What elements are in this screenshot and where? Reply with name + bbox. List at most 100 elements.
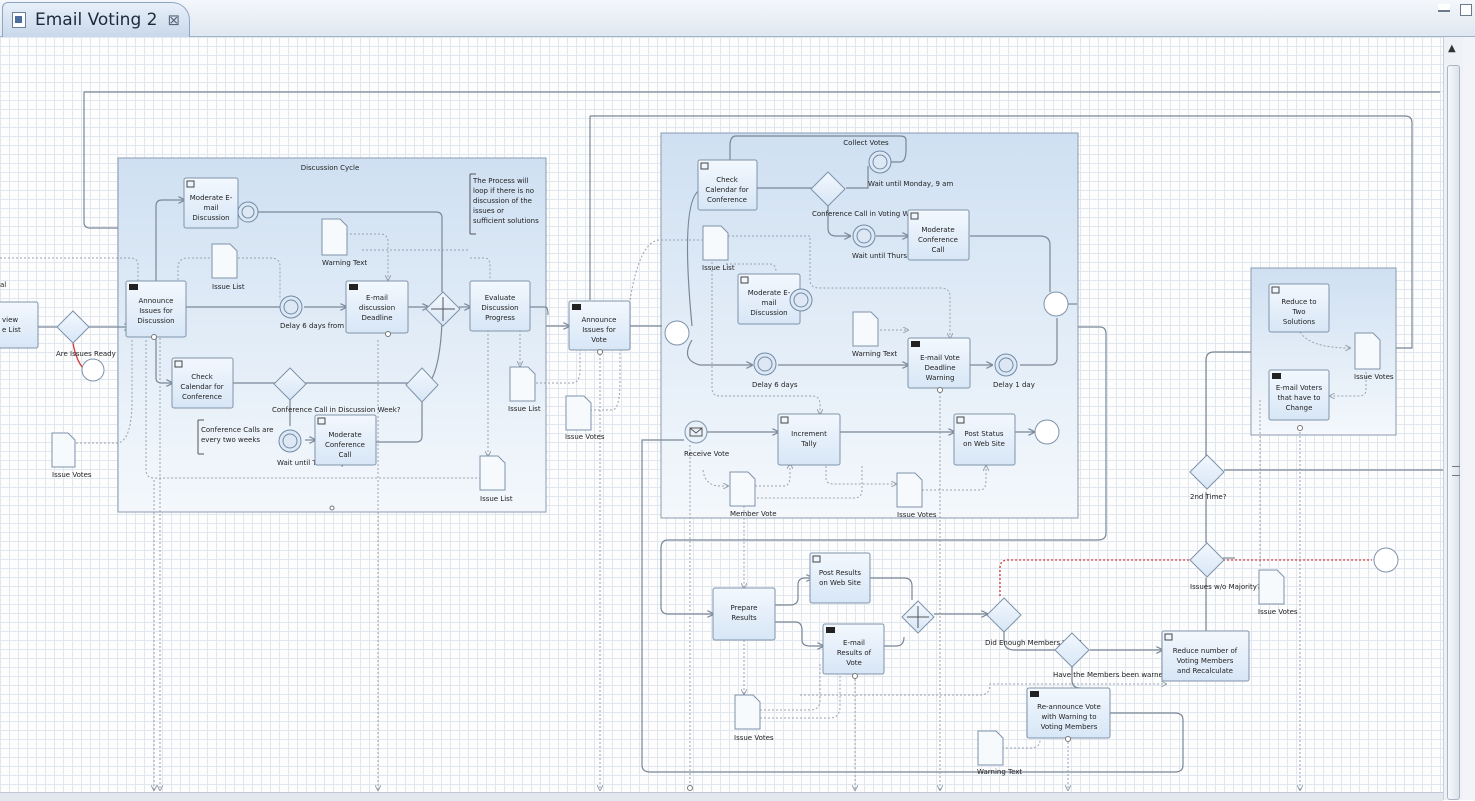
review-task-line1: view — [2, 316, 18, 324]
node-label: Calendar for — [705, 186, 748, 194]
node-label: Issue Votes — [897, 511, 937, 519]
left-end-event[interactable] — [81, 358, 105, 382]
node-label: Warning Text — [322, 259, 367, 267]
node-label: 2nd Time? — [1190, 493, 1227, 501]
node-label: Two — [1291, 308, 1305, 316]
node-label: Re-announce Vote — [1037, 703, 1101, 711]
node-label: Results — [731, 614, 757, 622]
close-tab-icon[interactable]: ⊠ — [167, 11, 180, 29]
node-label: sufficient solutions — [473, 217, 539, 225]
start-event[interactable] — [664, 320, 690, 346]
editor-tab-bar: Email Voting 2 ⊠ — [0, 0, 1475, 37]
node-label: Change — [1286, 404, 1313, 412]
timer-icon — [237, 201, 259, 223]
mail-icon — [349, 284, 358, 290]
member-vote-artifact — [729, 471, 756, 507]
node-label: Progress — [485, 314, 515, 322]
node-label: Conference — [918, 236, 958, 244]
node-label: Post Status — [964, 430, 1004, 438]
delay-1-timer — [994, 353, 1018, 377]
diagram-file-icon — [12, 12, 26, 28]
editor-tab-label: Email Voting 2 — [35, 10, 158, 30]
node-label: Warning Text — [852, 350, 897, 358]
node-label: Conference Call in Discussion Week? — [272, 406, 401, 414]
issue-votes-artifact — [1354, 332, 1381, 370]
node-label: Check — [716, 176, 738, 184]
review-issue-list-task[interactable] — [0, 301, 39, 349]
node-label: Discussion — [137, 317, 174, 325]
post-results-task[interactable] — [809, 552, 871, 604]
issue-votes-left-label: Issue Votes — [52, 471, 92, 479]
node-label: Reduce number of — [1173, 647, 1238, 655]
node-label: Conference — [707, 196, 747, 204]
node-label: Delay 6 days from — [280, 322, 344, 330]
node-label: Check — [191, 373, 213, 381]
diagram-canvas[interactable]: Discussion Cycle Collect Votes al view e… — [0, 37, 1443, 800]
node-label: Issue Votes — [734, 734, 774, 742]
merge-event[interactable] — [1043, 291, 1069, 317]
editor-tab[interactable]: Email Voting 2 ⊠ — [2, 2, 190, 37]
node-label: discussion — [359, 304, 395, 312]
final-end-event[interactable] — [1373, 547, 1399, 573]
node-label: Issues w/o Majority? — [1190, 583, 1261, 591]
node-label: Tally — [800, 440, 816, 448]
node-label: Conference — [182, 393, 222, 401]
node-label: Announce — [582, 316, 617, 324]
node-label: mail — [762, 299, 777, 307]
node-label: Wait until Monday, 9 am — [868, 180, 953, 188]
end-event[interactable] — [1034, 419, 1060, 445]
side-panel-edge — [1463, 37, 1475, 800]
wait-thursday-timer — [278, 429, 302, 453]
grip-icon — [1452, 466, 1460, 476]
node-label: Vote — [591, 336, 607, 344]
issue-votes-artifact — [1258, 569, 1285, 605]
node-label: E-mail Voters — [1276, 384, 1323, 392]
node-label: Call — [338, 451, 351, 459]
issue-list-artifact — [211, 243, 238, 279]
second-time-gateway[interactable] — [1189, 454, 1225, 490]
node-label: Voting Members — [1177, 657, 1234, 665]
node-label: on Web Site — [963, 440, 1005, 448]
majority-gateway[interactable] — [1189, 542, 1225, 578]
scroll-thumb[interactable] — [1447, 65, 1460, 800]
announce-vote-elements: Announce Issues for Vote Issue Votes — [565, 300, 631, 441]
node-label: Voting Members — [1041, 723, 1098, 731]
node-label: Issues for — [582, 326, 616, 334]
node-label: Moderate — [328, 431, 361, 439]
mail-icon — [1272, 373, 1281, 379]
node-label: E-mail — [366, 294, 388, 302]
are-issues-ready-gateway[interactable] — [56, 310, 90, 344]
node-label: Member Vote — [730, 510, 777, 518]
scroll-up-icon[interactable]: ▲ — [1448, 43, 1456, 54]
pool-anchor — [329, 505, 335, 511]
mail-icon — [1030, 691, 1039, 697]
issue-list-artifact — [479, 455, 506, 491]
enough-members-gateway[interactable] — [986, 597, 1022, 633]
review-task-line2: e List — [2, 326, 21, 334]
node-label: Discussion — [481, 304, 518, 312]
receive-vote-event[interactable] — [684, 420, 708, 444]
issue-votes-artifact — [896, 472, 923, 508]
warning-text-artifact — [852, 311, 879, 347]
exception-flow — [999, 559, 1372, 596]
node-label: Delay 6 days — [752, 381, 798, 389]
node-label: Issue List — [480, 495, 513, 503]
node-label: The Process will — [472, 177, 529, 185]
issue-votes-artifact — [565, 395, 592, 431]
delay-timer-event[interactable] — [279, 295, 303, 319]
warning-text-artifact — [977, 730, 1004, 766]
node-label: with Warning to — [1041, 713, 1096, 721]
node-label: Moderate E- — [190, 194, 233, 202]
vertical-scrollbar[interactable]: ▲ — [1443, 37, 1464, 800]
maximize-icon[interactable] — [1460, 4, 1472, 16]
node-label: Conference Calls are — [201, 426, 274, 434]
node-label: Receive Vote — [684, 450, 729, 458]
are-issues-ready-label: Are Issues Ready — [56, 350, 116, 358]
node-label: Conference — [325, 441, 365, 449]
node-label: Issue List — [702, 264, 735, 272]
bpmn-diagram: Discussion Cycle Collect Votes al view e… — [0, 91, 1443, 791]
node-label: Reduce to — [1281, 298, 1316, 306]
node-label: Delay 1 day — [993, 381, 1035, 389]
node-label: Discussion — [192, 214, 229, 222]
minimize-icon[interactable] — [1438, 4, 1450, 12]
